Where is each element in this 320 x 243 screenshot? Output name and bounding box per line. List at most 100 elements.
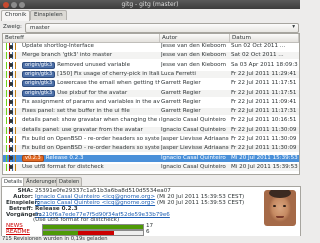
commit-author: Jesse van den Kieboom bbox=[161, 43, 227, 49]
graph-lane bbox=[6, 145, 7, 153]
file-change-count: 6 bbox=[146, 229, 150, 235]
avatar bbox=[264, 190, 296, 226]
commit-dot bbox=[9, 137, 13, 142]
ref-tag: origin/gtk3 bbox=[22, 61, 56, 69]
commit-row[interactable]: Fix assignment of params and variables i… bbox=[3, 98, 299, 106]
commit-author: Garrett Regier bbox=[161, 89, 201, 96]
tab-chronik[interactable]: Chronik bbox=[1, 10, 31, 21]
ref-tag: v0.2.3 bbox=[22, 154, 44, 162]
graph-lane bbox=[15, 117, 16, 125]
maximize-window-icon[interactable] bbox=[19, 1, 25, 8]
commit-date: Sun 02 Oct 2011 ... bbox=[231, 43, 286, 49]
commit-subject-text: details panel: show gravatar when changi… bbox=[22, 117, 160, 124]
graph-lane bbox=[6, 108, 7, 116]
graph-lane bbox=[6, 89, 7, 97]
commit-dot bbox=[9, 118, 13, 123]
commit-subject: details panel: show gravatar when changi… bbox=[22, 117, 160, 124]
gitg-window: gitg - gitg (master) Chronik Einspielen … bbox=[0, 0, 302, 243]
graph-lane bbox=[15, 163, 16, 171]
graph-lane bbox=[6, 163, 7, 171]
commit-author: Jesse van den Kieboom bbox=[161, 52, 227, 59]
commit-subject: Fix build on OpenBSD - re-order headers … bbox=[22, 136, 160, 143]
commit-author: Garrett Regier bbox=[161, 98, 201, 105]
graph-lane bbox=[6, 43, 7, 50]
commit-author: Jesse van den Kieboom bbox=[161, 61, 227, 68]
commit-row[interactable]: details panel: show gravatar when changi… bbox=[3, 117, 299, 125]
commit-subject: Update shortlog-Interface bbox=[22, 43, 160, 50]
commit-subject-text: Fix assignment of params and variables i… bbox=[22, 98, 160, 105]
commit-date: Fr 22 Jul 2011 11:29:41 CEST bbox=[231, 70, 298, 77]
commit-row[interactable]: Update shortlog-Interface Jesse van den K… bbox=[3, 43, 299, 50]
commit-author: Ignacio Casal Quinteiro bbox=[161, 154, 226, 161]
graph-lane bbox=[15, 61, 16, 69]
graph-lane bbox=[6, 80, 7, 88]
branch-value: master bbox=[30, 25, 50, 31]
close-window-icon[interactable] bbox=[3, 1, 9, 8]
title-bar: gitg - gitg (master) bbox=[0, 0, 300, 9]
graph-lane bbox=[6, 126, 7, 134]
status-bar: 715 Revisionen wurden in 0,19s geladen bbox=[0, 236, 302, 243]
column-date[interactable]: Datum bbox=[230, 34, 299, 42]
commit-subject: details panel: use gravatar from the ava… bbox=[22, 127, 160, 134]
column-subject[interactable]: Betreff bbox=[3, 34, 160, 42]
commit-date: Mi 20 Jul 2011 15:39:53 CEST bbox=[231, 154, 298, 161]
commit-row[interactable]: Fix build on OpenBSD - re-order headers … bbox=[3, 145, 299, 153]
graph-lane bbox=[6, 117, 7, 125]
chevron-down-icon: ▾ bbox=[292, 24, 295, 30]
commit-dot bbox=[9, 81, 13, 86]
commit-row[interactable]: origin/gtk3 [150] Fix usage of cherry-pic… bbox=[3, 70, 299, 78]
commit-subject: origin/gtk3 Use pixbuf for the avatar bbox=[22, 89, 160, 97]
graph-lane bbox=[6, 136, 7, 143]
commit-row[interactable]: Fix build on OpenBSD - re-order headers … bbox=[3, 136, 299, 143]
tab-files[interactable]: Dateien bbox=[56, 177, 83, 186]
graph-lane bbox=[15, 89, 16, 97]
graph-lane bbox=[15, 70, 16, 78]
commit-date: Sa 03 Apr 2011 18:09:31 CEST bbox=[231, 61, 298, 68]
commit-author: Jasper Lievisse Adriaanse bbox=[161, 136, 229, 142]
commit-date: Fr 22 Jul 2011 10:16:51 CEST bbox=[231, 117, 298, 124]
commit-row[interactable]: v0.2.3 Release 0.2.3 Ignacio Casal Quintei… bbox=[3, 154, 299, 162]
commit-author: Ignacio Casal Quinteiro bbox=[161, 126, 226, 133]
commit-subject: v0.2.3 Release 0.2.3 bbox=[22, 154, 160, 162]
commit-row[interactable]: Merge branch 'gtk3' into master Jesse van… bbox=[3, 52, 299, 60]
commit-row[interactable]: origin/gtk3 Lowercase the email when gett… bbox=[3, 80, 299, 88]
graph-lane bbox=[15, 136, 16, 143]
graph-lane bbox=[15, 98, 16, 106]
tab-einspielen[interactable]: Einspielen bbox=[30, 10, 67, 20]
graph-lane bbox=[6, 52, 7, 60]
commit-subject-text: Removed unused variable bbox=[57, 61, 131, 68]
commit-date: Fr 22 Jul 2011 11:17:51 CEST bbox=[231, 80, 298, 87]
commit-subject: origin/gtk3 [150] Fix usage of cherry-pic… bbox=[22, 70, 160, 78]
commit-author: Ignacio Casal Quinteiro bbox=[161, 117, 226, 124]
commit-author: Luca Ferretti bbox=[161, 70, 196, 77]
commit-row[interactable]: Fixes panel: set the buffer in the ui fi… bbox=[3, 108, 299, 116]
commit-dot bbox=[9, 109, 13, 114]
minimize-window-icon[interactable] bbox=[11, 1, 17, 8]
commit-dot bbox=[9, 91, 13, 95]
column-author[interactable]: Autor bbox=[160, 34, 230, 42]
commit-date: Fr 22 Jul 2011 11:17:31 CEST bbox=[231, 108, 298, 115]
commit-subject-text: Use utf8 format for distcheck bbox=[22, 163, 104, 170]
commit-row[interactable]: origin/gtk3 Use pixbuf for the avatar Garr… bbox=[3, 89, 299, 97]
commit-subject-text: Use pixbuf for the avatar bbox=[57, 89, 128, 96]
commit-subject-text: Fix build on OpenBSD - re-order headers … bbox=[22, 136, 160, 142]
commit-author: Jasper Lievisse Adriaanse bbox=[161, 145, 229, 152]
commit-subject-text: Merge branch 'gtk3' into master bbox=[22, 52, 113, 59]
graph-lane bbox=[15, 43, 16, 50]
commit-author: Ignacio Casal Quinteiro bbox=[161, 163, 226, 170]
graph-lane bbox=[15, 80, 16, 88]
commit-date: Mi 20 Jul 2011 15:39:53 CEST bbox=[231, 163, 298, 170]
commit-subject-text: Release 0.2.3 bbox=[45, 154, 84, 161]
branch-selector[interactable]: master ▾ bbox=[25, 23, 299, 33]
graph-lane bbox=[15, 52, 16, 60]
commit-date: Sat 02 Oct 2011 ... bbox=[231, 52, 284, 59]
file-row-readme[interactable]: README 6 bbox=[6, 229, 296, 236]
commit-subject-text: details panel: use gravatar from the ava… bbox=[22, 126, 143, 133]
commit-list[interactable]: Betreff Autor Datum Update shortlog-Inte… bbox=[2, 33, 300, 175]
commit-date: Fr 22 Jul 2011 11:09:41 CEST bbox=[231, 98, 298, 105]
commit-row[interactable]: origin/gtk3 Removed unused variable Jesse … bbox=[3, 61, 299, 69]
graph-lane bbox=[15, 108, 16, 116]
commit-row[interactable]: Use utf8 format for distcheck Ignacio Cas… bbox=[3, 163, 299, 171]
file-name[interactable]: README bbox=[6, 229, 30, 235]
commit-row[interactable]: details panel: use gravatar from the ava… bbox=[3, 126, 299, 134]
